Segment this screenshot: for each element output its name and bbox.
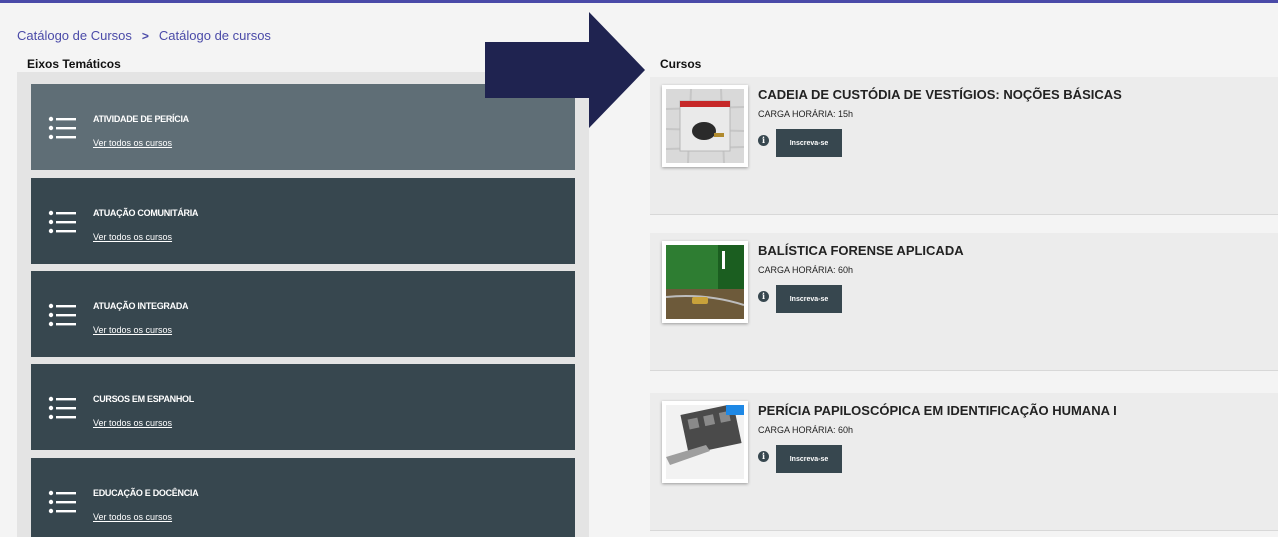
course-hours: CARGA HORÁRIA: 15h xyxy=(758,109,854,119)
course-card: CADEIA DE CUSTÓDIA DE VESTÍGIOS: NOÇÕES … xyxy=(650,77,1278,215)
course-card: PERÍCIA PAPILOSCÓPICA EM IDENTIFICAÇÃO H… xyxy=(650,393,1278,531)
course-hours: CARGA HORÁRIA: 60h xyxy=(758,265,854,275)
info-icon[interactable]: i xyxy=(758,135,769,146)
list-icon xyxy=(48,490,76,514)
enroll-button[interactable]: Inscreva-se xyxy=(776,445,842,473)
course-title[interactable]: BALÍSTICA FORENSE APLICADA xyxy=(758,243,964,258)
view-all-courses-link[interactable]: Ver todos os cursos xyxy=(93,512,172,522)
breadcrumb-item-catalog[interactable]: Catálogo de Cursos xyxy=(17,28,132,43)
list-icon xyxy=(48,210,76,234)
breadcrumb-separator: > xyxy=(141,28,149,43)
axis-card[interactable]: EDUCAÇÃO E DOCÊNCIA Ver todos os cursos xyxy=(31,458,575,537)
axis-title: CURSOS EM ESPANHOL xyxy=(93,394,194,404)
course-thumbnail[interactable] xyxy=(662,241,748,323)
course-card: BALÍSTICA FORENSE APLICADA CARGA HORÁRIA… xyxy=(650,233,1278,371)
view-all-courses-link[interactable]: Ver todos os cursos xyxy=(93,232,172,242)
info-icon[interactable]: i xyxy=(758,451,769,462)
top-accent-line xyxy=(0,0,1278,3)
info-icon[interactable]: i xyxy=(758,291,769,302)
list-icon xyxy=(48,116,76,140)
annotation-arrow-icon xyxy=(485,12,645,128)
course-title[interactable]: CADEIA DE CUSTÓDIA DE VESTÍGIOS: NOÇÕES … xyxy=(758,87,1122,102)
course-hours: CARGA HORÁRIA: 60h xyxy=(758,425,854,435)
enroll-button[interactable]: Inscreva-se xyxy=(776,285,842,313)
fingerprint-card-image xyxy=(666,405,744,479)
axis-card[interactable]: ATUAÇÃO INTEGRADA Ver todos os cursos xyxy=(31,271,575,357)
breadcrumb: Catálogo de Cursos > Catálogo de cursos xyxy=(17,28,271,43)
breadcrumb-item-current[interactable]: Catálogo de cursos xyxy=(159,28,271,43)
enroll-button[interactable]: Inscreva-se xyxy=(776,129,842,157)
evidence-bag-image xyxy=(666,89,744,163)
axis-title: EDUCAÇÃO E DOCÊNCIA xyxy=(93,488,199,498)
list-icon xyxy=(48,303,76,327)
axes-section-title: Eixos Temáticos xyxy=(27,57,121,71)
axis-card[interactable]: ATUAÇÃO COMUNITÁRIA Ver todos os cursos xyxy=(31,178,575,264)
bullet-casing-image xyxy=(666,245,744,319)
view-all-courses-link[interactable]: Ver todos os cursos xyxy=(93,418,172,428)
axis-title: ATUAÇÃO INTEGRADA xyxy=(93,301,189,311)
course-thumbnail[interactable] xyxy=(662,401,748,483)
view-all-courses-link[interactable]: Ver todos os cursos xyxy=(93,138,172,148)
course-thumbnail[interactable] xyxy=(662,85,748,167)
view-all-courses-link[interactable]: Ver todos os cursos xyxy=(93,325,172,335)
axes-panel: ATIVIDADE DE PERÍCIA Ver todos os cursos… xyxy=(17,72,589,537)
courses-section-title: Cursos xyxy=(660,57,702,71)
axis-title: ATUAÇÃO COMUNITÁRIA xyxy=(93,208,199,218)
axis-title: ATIVIDADE DE PERÍCIA xyxy=(93,114,189,124)
list-icon xyxy=(48,396,76,420)
axis-card[interactable]: CURSOS EM ESPANHOL Ver todos os cursos xyxy=(31,364,575,450)
course-title[interactable]: PERÍCIA PAPILOSCÓPICA EM IDENTIFICAÇÃO H… xyxy=(758,403,1117,418)
